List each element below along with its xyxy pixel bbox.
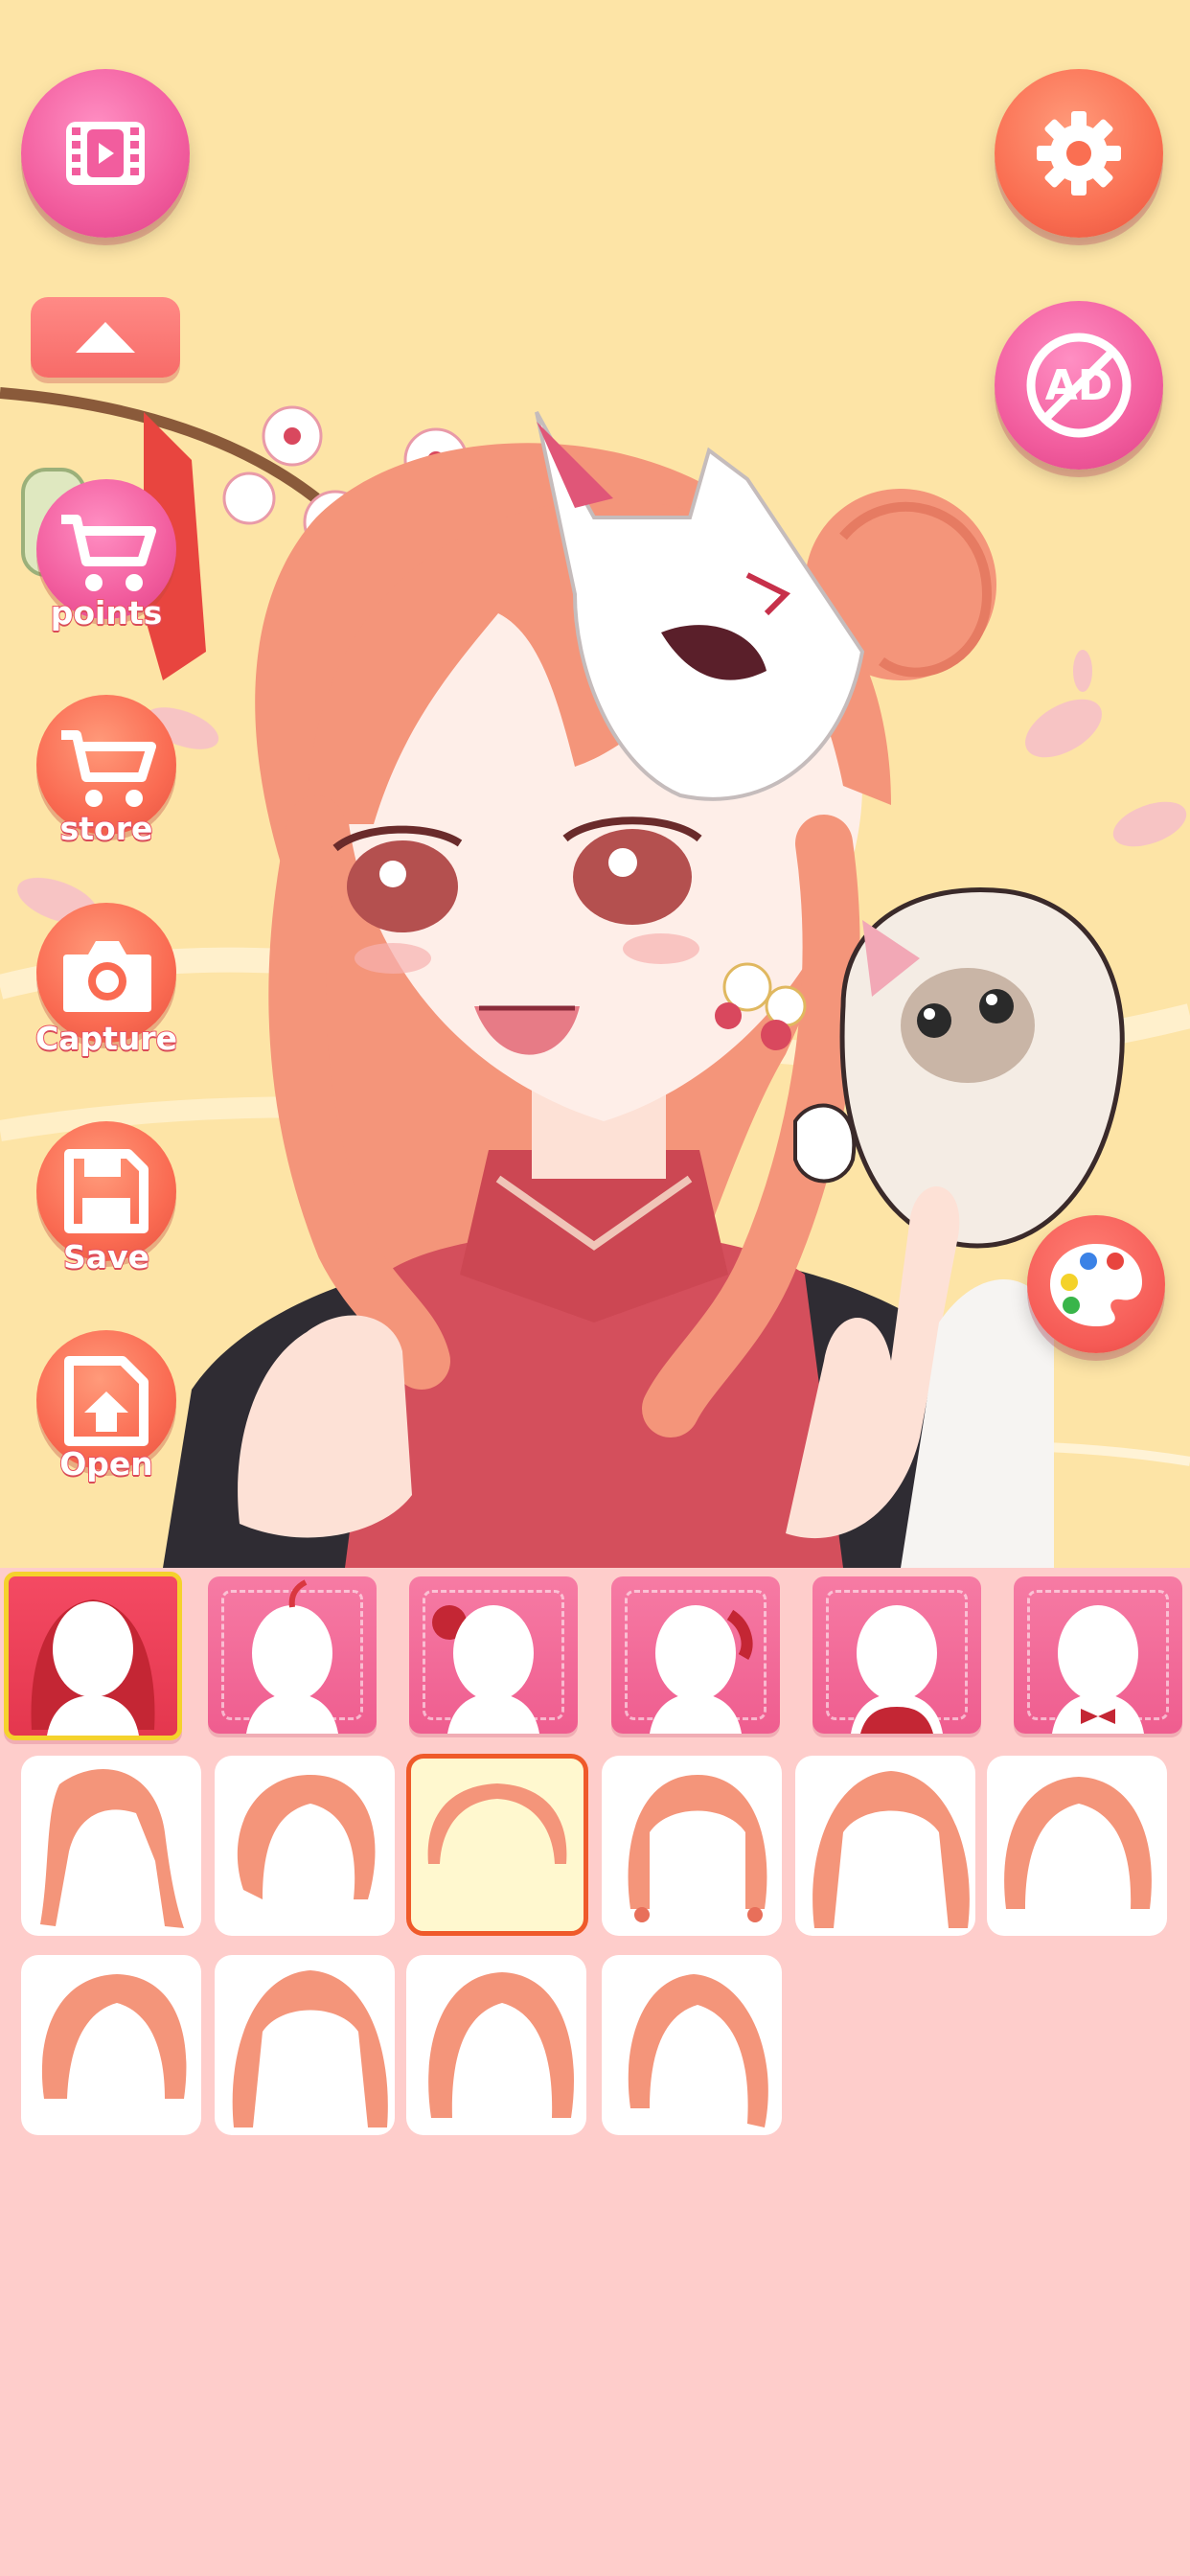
video-button[interactable] (21, 69, 190, 238)
settings-button[interactable] (995, 69, 1163, 238)
tab-hair-back[interactable] (4, 1572, 182, 1740)
hair-option-1[interactable] (21, 1756, 201, 1936)
character-stage: AD points store Capture (0, 0, 1190, 1568)
video-icon (66, 122, 145, 185)
save-label: Save (62, 1237, 150, 1276)
hair-back-icon (31, 1599, 155, 1736)
save-button[interactable]: Save (0, 1121, 213, 1284)
open-button[interactable]: Open (0, 1330, 213, 1493)
hair-thumbnail (232, 1970, 388, 2128)
side-hair-icon (650, 1605, 753, 1734)
hair-thumbnail (41, 1974, 187, 2099)
hair-thumbnail (40, 1769, 184, 1928)
store-label: store (59, 809, 154, 848)
bow-icon (1052, 1605, 1144, 1734)
store-button[interactable]: store (0, 695, 213, 858)
shirt-icon (851, 1605, 943, 1734)
hair-option-3[interactable] (406, 1754, 588, 1936)
gear-icon (1037, 111, 1121, 196)
hair-option-7[interactable] (21, 1955, 201, 2135)
no-ads-button[interactable]: AD (995, 301, 1163, 470)
hair-option-10[interactable] (602, 1955, 782, 2135)
hair-thumbnail (237, 1775, 376, 1899)
hair-option-9[interactable] (406, 1955, 586, 2135)
hair-option-4[interactable] (602, 1756, 782, 1936)
hair-thumbnail (812, 1771, 970, 1928)
tab-top[interactable] (812, 1576, 981, 1734)
hair-option-6[interactable] (987, 1756, 1167, 1936)
no-ads-icon: AD (1026, 333, 1132, 438)
hair-option-2[interactable] (215, 1756, 395, 1936)
color-palette-button[interactable] (1027, 1215, 1165, 1353)
capture-button[interactable]: Capture (0, 903, 213, 1066)
hair-thumbnail (427, 1783, 567, 1864)
points-button[interactable]: points (0, 479, 213, 642)
tab-hair-accessory[interactable] (409, 1576, 578, 1734)
tab-hair-side[interactable] (611, 1576, 780, 1734)
hair-bun-icon (432, 1605, 539, 1734)
palette-icon (1050, 1244, 1142, 1326)
open-label: Open (58, 1444, 154, 1484)
camera-icon (63, 941, 151, 1012)
hair-option-5[interactable] (795, 1756, 975, 1936)
floppy-icon (64, 1149, 149, 1233)
tab-bow[interactable] (1014, 1576, 1182, 1734)
hair-thumbnail (1004, 1777, 1152, 1909)
hair-option-8[interactable] (215, 1955, 395, 2135)
points-label: points (50, 593, 164, 632)
cart-icon (61, 515, 156, 591)
hair-thumbnail (428, 1972, 574, 2118)
capture-label: Capture (34, 1019, 178, 1058)
open-file-icon (64, 1356, 149, 1446)
chevron-up-icon (76, 322, 135, 353)
ahoge-icon (246, 1579, 338, 1734)
hair-thumbnail (628, 1974, 768, 2128)
cart-icon (61, 730, 156, 807)
hair-thumbnail (628, 1775, 767, 1922)
collapse-up-button[interactable] (31, 297, 180, 378)
tab-hair-front[interactable] (208, 1576, 377, 1734)
